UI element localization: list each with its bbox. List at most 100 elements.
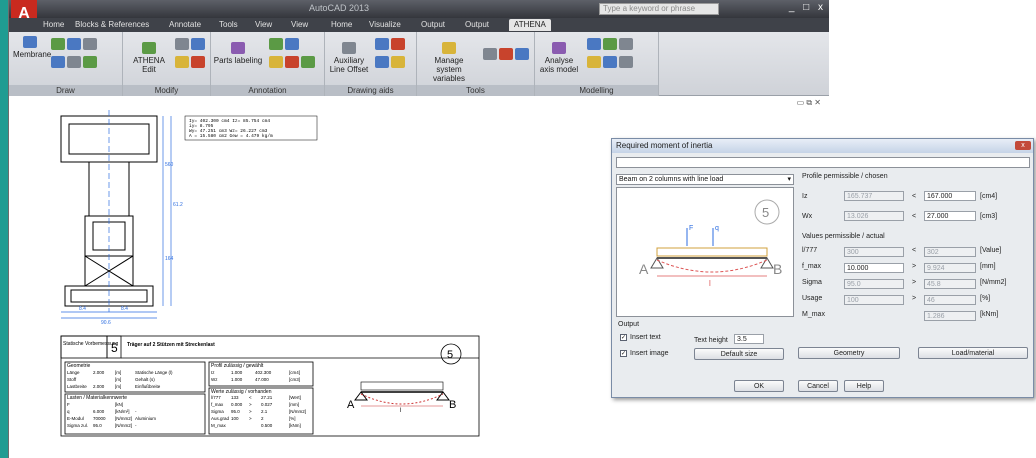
stamp-title-box (60, 335, 108, 359)
node-icon (603, 56, 618, 68)
dialog-description-field[interactable] (616, 157, 1030, 168)
cancel-button[interactable]: Cancel (798, 380, 838, 392)
draw-tools[interactable] (51, 38, 98, 52)
stamp-geo-cell: [m] (115, 370, 121, 375)
dim-label: 8.4 (79, 306, 86, 312)
insert-image-label: Insert image (630, 350, 669, 357)
parts-labeling-button[interactable]: Parts labeling (213, 42, 263, 65)
help-button[interactable]: Help (844, 380, 884, 392)
tab-visualize[interactable]: Visualize (369, 19, 401, 31)
tab-view[interactable]: View (255, 19, 272, 31)
stamp-werte-cell: f_max (211, 402, 224, 407)
stamp-profile-cell: Wz (211, 377, 218, 382)
value-row-label: l/777 (802, 247, 818, 254)
tab-home-2[interactable]: Home (331, 19, 352, 31)
title-bar: AutoCAD 2013 Type a keyword or phrase _ … (9, 0, 829, 18)
modelling-tools-2[interactable] (587, 56, 634, 70)
stamp-werte-cell: 2.1 (261, 409, 268, 414)
stamp-load-rows: F [kN]q 6.000 [kN/m²] -E-Modul 70000 [N/mm2] Al… (67, 402, 156, 428)
stamp-load-cell: [N/mm2] (115, 423, 132, 428)
value-row-unit: [N/mm2] (980, 279, 1007, 286)
aids-tools-2[interactable] (375, 56, 406, 70)
wx-label: Wx (802, 213, 813, 220)
load-case-select[interactable]: Beam on 2 columns with line load ▾ (616, 174, 794, 185)
stamp-heading: Träger auf 2 Stützen mit Streckenlast (127, 342, 215, 348)
manage-system-button[interactable]: Manage system variables (421, 42, 477, 83)
maximize-button[interactable]: □ (803, 2, 809, 13)
load-material-button[interactable]: Load/material (918, 347, 1028, 359)
preview-circle-number: 5 (762, 205, 769, 220)
geometry-button[interactable]: Geometry (798, 347, 900, 359)
preview-l: l (709, 279, 711, 288)
stamp-load-cell: E-Modul (67, 416, 84, 421)
insert-text-label: Insert text (630, 334, 661, 341)
search-input[interactable]: Type a keyword or phrase (599, 3, 719, 15)
close-button[interactable]: x (818, 2, 823, 13)
value-row-permissible-field[interactable]: 10.000 (844, 263, 904, 273)
membrane-button[interactable]: Membrane (13, 36, 51, 59)
annotation-tools[interactable] (269, 38, 300, 52)
profile-heading: Profile permissible / chosen (802, 173, 888, 180)
dialog-close-button[interactable]: x (1015, 141, 1031, 150)
modify-tools-2[interactable] (175, 56, 206, 70)
iz-unit: [cm4] (980, 193, 998, 200)
tab-athena[interactable]: ATHENA (509, 19, 551, 31)
value-row-actual-field: 1.286 (924, 311, 976, 321)
stamp-geo-cell: 2.000 (93, 384, 105, 389)
minimize-button[interactable]: _ (789, 2, 795, 13)
analyse-axis-button[interactable]: Analyse axis model (539, 42, 579, 74)
stamp-werte-cell: 95.0 (231, 409, 240, 414)
label-b: B (449, 399, 456, 411)
stamp-werte-cell: > (249, 409, 252, 414)
dialog-title: Required moment of inertia (612, 139, 1033, 153)
aids-tools[interactable] (375, 38, 406, 52)
stamp-load-cell: [kN] (115, 402, 123, 407)
copy-icon (191, 38, 206, 50)
text-height-label: Text height (694, 337, 728, 344)
stamp-werte-cell: 27.21 (261, 395, 273, 400)
stamp-werte-cell: Sigma (211, 409, 224, 414)
panel-annotation: Parts labeling Annotation (211, 32, 325, 96)
insert-text-checkbox[interactable]: ✓ (620, 334, 627, 341)
stamp-werte-cell: 0.500 (261, 423, 273, 428)
move-icon (175, 38, 189, 50)
modify-tools[interactable] (175, 38, 206, 52)
stamp-werte-cell: 0.000 (231, 402, 243, 407)
insert-image-checkbox[interactable]: ✓ (620, 350, 627, 357)
viewport-controls[interactable]: ▭ ⧉ ✕ (797, 98, 821, 108)
stamp-geo-cell: Einflußbreite (135, 384, 161, 389)
panel-draw: Membrane Draw (9, 32, 123, 96)
wx-chosen-field[interactable]: 27.000 (924, 211, 976, 221)
athena-edit-button[interactable]: ATHENA Edit (127, 42, 171, 74)
dim-label: 61.2 (173, 202, 183, 208)
ok-button[interactable]: OK (734, 380, 784, 392)
text-height-field[interactable]: 3.5 (734, 334, 764, 344)
tab-home[interactable]: Home (43, 19, 64, 31)
draw-tools-2[interactable] (51, 56, 98, 70)
auxiliary-line-button[interactable]: Auxiliary Line Offset (327, 42, 371, 74)
iz-chosen-field[interactable]: 167.000 (924, 191, 976, 201)
preview-a: A (639, 261, 649, 277)
stamp-profile-cell: 47.000 (255, 377, 269, 382)
stamp-werte-cell: 0.027 (261, 402, 273, 407)
value-row-label: M_max (802, 311, 825, 318)
stamp-geo-cell: [m] (115, 377, 121, 382)
annotation-tools-2[interactable] (269, 56, 316, 70)
tab-view-2[interactable]: View (291, 19, 308, 31)
stamp-load-cell: [N/mm2] (115, 416, 132, 421)
tab-output-2[interactable]: Output (465, 19, 489, 31)
stamp-geo-head: Geometrie (67, 363, 91, 369)
tab-blocks[interactable]: Blocks & References (75, 19, 149, 31)
tools-extra[interactable] (483, 48, 530, 62)
stamp-load-cell: Aluminium (135, 416, 156, 421)
tab-tools[interactable]: Tools (219, 19, 238, 31)
tab-output[interactable]: Output (421, 19, 445, 31)
modelling-tools[interactable] (587, 38, 634, 52)
value-row-operator: > (912, 279, 917, 286)
results-line: A = 15.580 cm2 Gew = 4.479 kg/m (189, 133, 273, 139)
tab-annotate[interactable]: Annotate (169, 19, 201, 31)
dim-label: 8.4 (121, 306, 128, 312)
panel-tools: Manage system variables Tools (417, 32, 535, 96)
value-row-unit: [kNm] (980, 311, 999, 318)
default-size-button[interactable]: Default size (694, 348, 784, 360)
